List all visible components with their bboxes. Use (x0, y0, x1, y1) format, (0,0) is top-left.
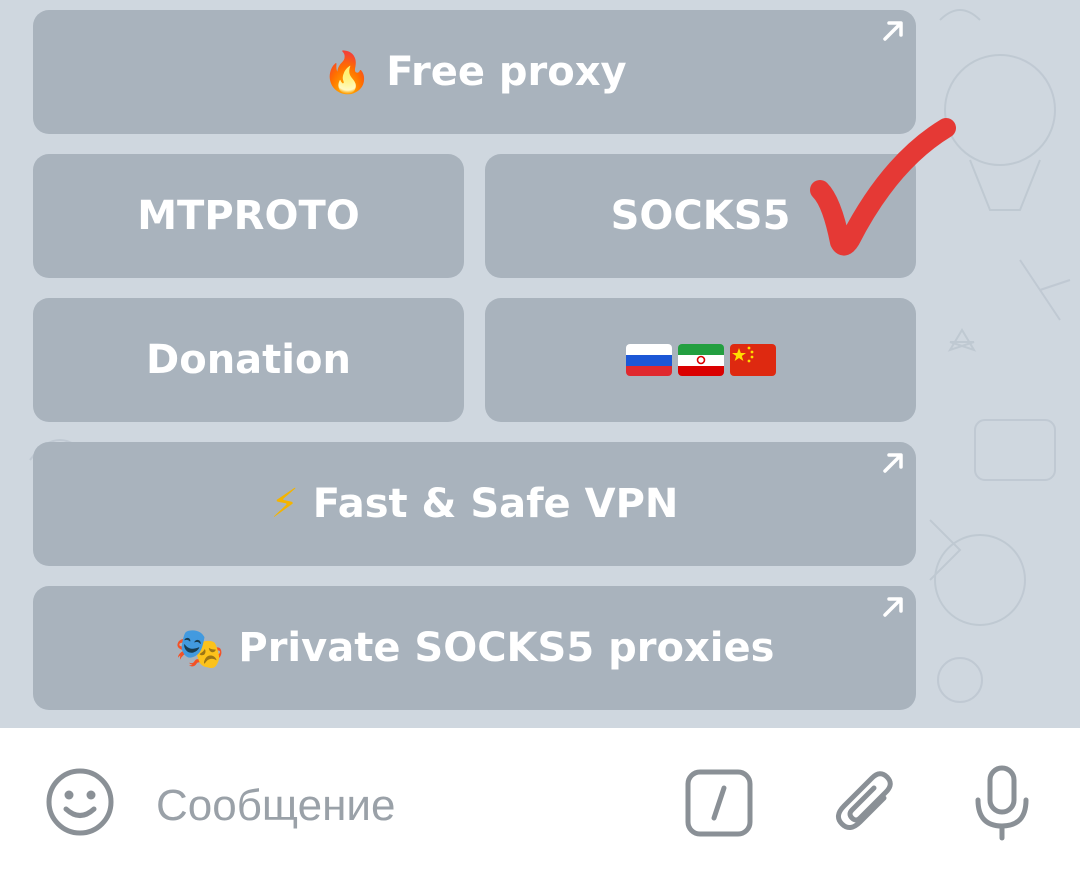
fast-safe-vpn-button[interactable]: ⚡ Fast & Safe VPN (33, 442, 916, 566)
external-link-arrow-icon (883, 21, 903, 41)
region-flags-button[interactable] (485, 298, 916, 422)
mtproto-button[interactable]: MTPROTO (33, 154, 464, 278)
flags-group (625, 344, 776, 376)
iran-flag-icon (677, 344, 724, 376)
fire-emoji: 🔥 (322, 49, 373, 96)
masks-emoji: 🎭 (174, 625, 225, 672)
russia-flag-icon (625, 344, 672, 376)
chat-background: 🔥 Free proxy MTPROTO SOCKS5 Donation ⚡ F… (0, 0, 1080, 728)
external-link-arrow-icon (883, 597, 903, 617)
external-link-arrow-icon (883, 453, 903, 473)
china-flag-icon (729, 344, 776, 376)
mtproto-label: MTPROTO (137, 193, 360, 239)
microphone-icon[interactable] (970, 764, 1034, 842)
socks5-label: SOCKS5 (610, 193, 791, 239)
donation-button[interactable]: Donation (33, 298, 464, 422)
red-checkmark-icon (810, 118, 956, 256)
attach-icon[interactable] (832, 768, 898, 838)
donation-label: Donation (146, 337, 351, 383)
free-proxy-label: Free proxy (386, 49, 627, 95)
private-socks5-label: Private SOCKS5 proxies (238, 625, 775, 671)
vpn-label: Fast & Safe VPN (312, 481, 679, 527)
lightning-emoji: ⚡ (270, 481, 299, 527)
message-input[interactable]: Сообщение (156, 776, 395, 836)
private-socks5-button[interactable]: 🎭 Private SOCKS5 proxies (33, 586, 916, 710)
emoji-icon[interactable] (44, 766, 116, 838)
free-proxy-button[interactable]: 🔥 Free proxy (33, 10, 916, 134)
bot-commands-icon[interactable] (684, 768, 754, 838)
